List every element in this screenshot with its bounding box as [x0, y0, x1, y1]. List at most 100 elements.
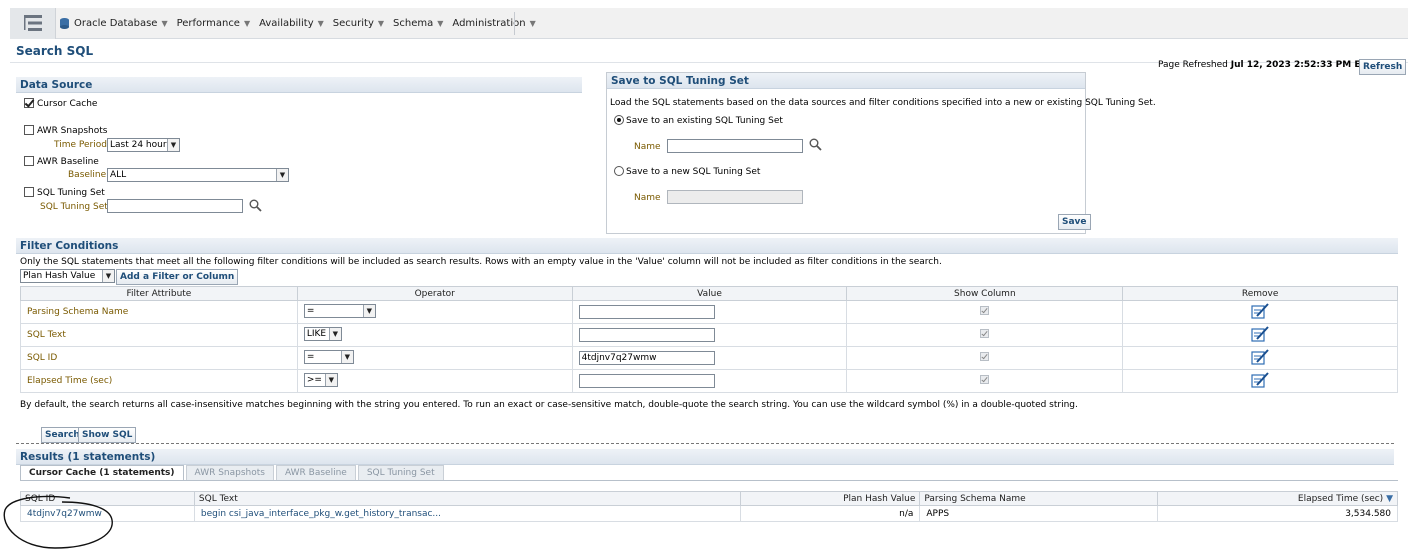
chevron-down-icon: ▼	[102, 270, 114, 282]
cursor-cache-label: Cursor Cache	[37, 99, 98, 109]
tree-menu-icon	[24, 15, 42, 31]
column-header-plan-hash[interactable]: Plan Hash Value	[739, 491, 921, 506]
operator-select[interactable]: >= ▼	[303, 372, 338, 387]
value-input[interactable]	[578, 374, 715, 388]
tab-sql-tuning-set[interactable]: SQL Tuning Set	[357, 465, 444, 480]
remove-cell	[1122, 300, 1398, 324]
new-name-input[interactable]	[667, 190, 803, 204]
column-header: Filter Attribute	[20, 286, 298, 301]
page-title: Search SQL	[16, 44, 94, 58]
menu-security[interactable]: Security ▼	[333, 18, 393, 29]
column-header-elapsed-label: Elapsed Time (sec)	[1297, 493, 1384, 504]
menu-performance[interactable]: Performance ▼	[177, 18, 260, 29]
time-period-select[interactable]: Last 24 hours ▼	[107, 138, 180, 152]
search-icon[interactable]	[249, 199, 262, 212]
page-refreshed-time: Jul 12, 2023 2:52:33 PM EDT	[1230, 60, 1375, 70]
tab-awr-baseline[interactable]: AWR Baseline	[275, 465, 356, 480]
add-filter-button[interactable]: Add a Filter or Column	[116, 269, 239, 285]
menu-oracle-database[interactable]: Oracle Database ▼	[60, 18, 177, 29]
show-column-checkbox[interactable]	[980, 352, 990, 361]
operator-cell: LIKE ▼	[296, 323, 573, 347]
results-tabs: Cursor Cache (1 statements) AWR Snapshot…	[20, 465, 446, 480]
result-schema: APPS	[919, 505, 1159, 522]
remove-cell	[1122, 369, 1398, 393]
baseline-select[interactable]: ALL ▼	[107, 168, 289, 182]
value-cell: 4tdjnv7q27wmw	[571, 346, 848, 370]
column-header: Show Column	[846, 286, 1124, 301]
refresh-button[interactable]: Refresh	[1359, 59, 1407, 75]
chevron-down-icon: ▼	[328, 327, 341, 340]
operator-cell: = ▼	[296, 300, 573, 324]
show-column-checkbox[interactable]	[980, 306, 990, 315]
save-button[interactable]: Save	[1058, 214, 1091, 230]
remove-icon[interactable]	[1251, 348, 1269, 365]
filter-table-header-row: Filter Attribute Operator Value Show Col…	[20, 286, 1398, 301]
tab-awr-snapshots[interactable]: AWR Snapshots	[185, 465, 274, 480]
menu-availability[interactable]: Availability ▼	[259, 18, 333, 29]
remove-icon[interactable]	[1251, 302, 1269, 319]
chevron-down-icon: ▼	[529, 19, 536, 28]
column-header-sql-text[interactable]: SQL Text	[193, 491, 741, 506]
column-header-schema[interactable]: Parsing Schema Name	[919, 491, 1159, 506]
results-header: Results (1 statements)	[16, 449, 1394, 465]
add-filter-select[interactable]: Plan Hash Value ▼	[20, 269, 115, 283]
operator-select[interactable]: LIKE ▼	[303, 326, 342, 341]
show-column-checkbox[interactable]	[980, 375, 990, 384]
chevron-down-icon: ▼	[243, 19, 251, 28]
save-to-sts-panel: Save to SQL Tuning Set Load the SQL stat…	[606, 72, 1156, 234]
save-new-radio[interactable]	[614, 166, 624, 176]
column-header-elapsed[interactable]: Elapsed Time (sec) ▼	[1157, 491, 1398, 506]
menu-divider	[514, 12, 515, 35]
value-cell	[571, 300, 848, 324]
value-cell	[571, 369, 848, 393]
sql-tuning-set-field-label: SQL Tuning Set	[40, 202, 108, 212]
sql-tuning-set-input[interactable]	[107, 199, 243, 213]
filter-row-sql-text: SQL Text LIKE ▼	[20, 323, 1398, 347]
awr-baseline-label: AWR Baseline	[37, 157, 99, 167]
result-plan-hash: n/a	[739, 505, 921, 522]
result-sql-text-link[interactable]: begin csi_java_interface_pkg_w.get_histo…	[193, 505, 741, 522]
filter-attribute: Elapsed Time (sec)	[20, 369, 298, 393]
baseline-label: Baseline	[68, 170, 107, 180]
filter-description: Only the SQL statements that meet all th…	[20, 257, 942, 267]
save-to-sts-description: Load the SQL statements based on the dat…	[610, 98, 1156, 108]
awr-snapshots-checkbox[interactable]	[24, 125, 34, 135]
time-period-value: Last 24 hours	[110, 140, 172, 150]
data-source-header: Data Source	[16, 77, 582, 93]
operator-select[interactable]: = ▼	[303, 349, 354, 364]
remove-cell	[1122, 346, 1398, 370]
results-table: SQL ID SQL Text Plan Hash Value Parsing …	[20, 491, 1398, 522]
operator-value: =	[306, 351, 315, 362]
operator-value: LIKE	[306, 328, 327, 339]
search-icon[interactable]	[809, 138, 822, 151]
remove-icon[interactable]	[1251, 325, 1269, 342]
sql-tuning-set-checkbox[interactable]	[24, 187, 34, 197]
value-input[interactable]	[578, 328, 715, 342]
operator-cell: = ▼	[296, 346, 573, 370]
menu-administration[interactable]: Administration ▼	[452, 18, 544, 29]
remove-icon[interactable]	[1251, 371, 1269, 388]
sort-descending-icon: ▼	[1386, 493, 1393, 504]
awr-baseline-checkbox[interactable]	[24, 156, 34, 166]
menu-schema-label: Schema	[393, 18, 434, 29]
chevron-down-icon: ▼	[317, 19, 324, 28]
annotation-circle	[3, 495, 113, 549]
result-elapsed: 3,534.580	[1157, 505, 1398, 522]
menu-toggle-button[interactable]	[10, 8, 56, 39]
add-filter-select-value: Plan Hash Value	[23, 271, 96, 281]
result-row: 4tdjnv7q27wmw begin csi_java_interface_p…	[20, 505, 1398, 522]
value-input[interactable]	[578, 305, 715, 319]
existing-name-input[interactable]	[667, 139, 803, 153]
tab-cursor-cache[interactable]: Cursor Cache (1 statements)	[20, 465, 184, 480]
filter-attribute: SQL Text	[20, 323, 298, 347]
menu-security-label: Security	[332, 18, 374, 29]
operator-select[interactable]: = ▼	[303, 303, 376, 318]
show-sql-button[interactable]: Show SQL	[78, 427, 137, 443]
save-existing-radio[interactable]	[614, 115, 624, 125]
cursor-cache-checkbox[interactable]	[24, 98, 34, 108]
value-input[interactable]: 4tdjnv7q27wmw	[578, 351, 715, 365]
show-column-checkbox[interactable]	[980, 329, 990, 338]
menu-availability-label: Availability	[259, 18, 314, 29]
database-icon	[60, 18, 69, 29]
menu-schema[interactable]: Schema ▼	[393, 18, 452, 29]
